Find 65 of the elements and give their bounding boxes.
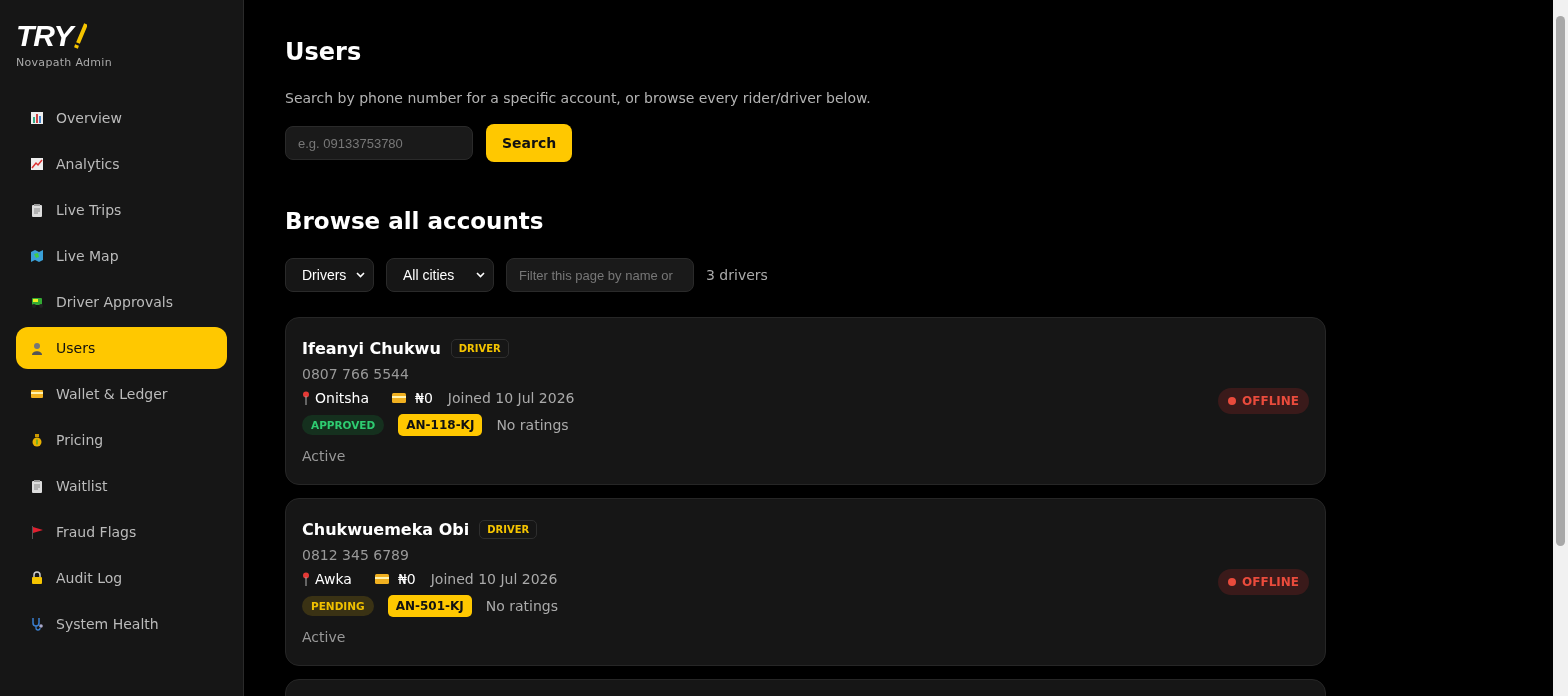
account-name: Ifeanyi Chukwu	[302, 338, 441, 358]
sidebar-item[interactable]: Fraud Flags	[16, 511, 227, 553]
page-title: Users	[285, 38, 363, 66]
sidebar-item[interactable]: Users	[16, 327, 227, 369]
stethoscope-icon	[30, 617, 44, 631]
role-filter-dropdown[interactable]: Drivers	[285, 258, 374, 292]
account-card[interactable]: Ifeanyi Chukwu DRIVER 0807 766 5544 Onitsha ₦0 Joined 10 Jul 2026 APPROVED AN-118-KJ No ratings Active OFFLINE	[285, 317, 1326, 485]
search-button[interactable]: Search	[486, 124, 573, 162]
status-badge: OFFLINE	[1218, 388, 1309, 414]
brand-subtitle: Novapath Admin	[16, 56, 113, 69]
role-tag: DRIVER	[450, 338, 509, 358]
sidebar-item[interactable]: Live Map	[16, 235, 227, 277]
rating-text: No ratings	[485, 597, 559, 614]
card-icon	[392, 392, 407, 403]
pin-icon	[302, 571, 310, 586]
account-state: Active	[302, 628, 347, 645]
sidebar-item[interactable]: Overview	[16, 97, 227, 139]
account-card[interactable]: Chukwuemeka Obi DRIVER 0812 345 6789 Awka ₦0 Joined 10 Jul 2026 PENDING AN-501-KJ No ratings Active OFFLINE	[285, 498, 1326, 666]
map-icon	[30, 249, 44, 263]
plate-number: AN-118-KJ	[398, 413, 483, 436]
clipboard-icon	[30, 203, 44, 217]
scrollbar[interactable]	[1553, 0, 1568, 696]
plate-number: AN-501-KJ	[387, 594, 472, 617]
sidebar-item[interactable]: Wallet & Ledger	[16, 373, 227, 415]
chevron-down-icon	[356, 272, 365, 278]
result-count: 3 drivers	[706, 267, 768, 283]
page-description: Search by phone number for a specific account, or browse every rider/driver below.	[285, 90, 872, 106]
approval-badge: APPROVED	[302, 414, 385, 435]
chevron-down-icon	[476, 272, 485, 278]
flag-icon	[30, 525, 44, 539]
sidebar-item[interactable]: Analytics	[16, 143, 227, 185]
status-badge: OFFLINE	[1218, 569, 1309, 595]
joined-date: Joined 10 Jul 2026	[430, 570, 558, 587]
section-title: Browse all accounts	[285, 208, 545, 234]
city-name: Onitsha	[315, 389, 370, 406]
phone-number: 0812 345 6789	[302, 546, 410, 563]
lock-icon	[30, 571, 44, 585]
sidebar-item[interactable]: System Health	[16, 603, 227, 645]
sidebar-item[interactable]: Pricing	[16, 419, 227, 461]
city-name: Awka	[315, 570, 352, 587]
bar-chart-icon	[30, 111, 44, 125]
pin-icon	[302, 390, 310, 405]
clipboard-icon	[30, 479, 44, 493]
rating-text: No ratings	[496, 416, 569, 433]
city-filter-dropdown[interactable]: All cities	[386, 258, 494, 292]
card-icon	[30, 387, 44, 401]
wallet-balance: ₦0	[415, 389, 433, 406]
role-tag: DRIVER	[479, 519, 538, 539]
card-icon	[374, 573, 389, 584]
wallet-balance: ₦0	[397, 570, 416, 587]
approval-badge: PENDING	[302, 595, 374, 616]
account-state: Active	[302, 447, 347, 464]
person-icon	[30, 341, 44, 355]
account-name: Chukwuemeka Obi	[302, 519, 470, 539]
sidebar-item[interactable]: Live Trips	[16, 189, 227, 231]
name-filter-field[interactable]: Filter this page by name or	[506, 258, 694, 292]
sidebar-item[interactable]: Driver Approvals	[16, 281, 227, 323]
money-bag-icon	[30, 433, 44, 447]
joined-date: Joined 10 Jul 2026	[447, 389, 575, 406]
sidebar-item[interactable]: Waitlist	[16, 465, 227, 507]
sidebar-item[interactable]: Audit Log	[16, 557, 227, 599]
rickshaw-icon	[30, 295, 44, 309]
phone-number: 0807 766 5544	[302, 365, 410, 382]
phone-search-field[interactable]: e.g. 09133753780	[285, 126, 473, 160]
line-chart-icon	[30, 157, 44, 171]
